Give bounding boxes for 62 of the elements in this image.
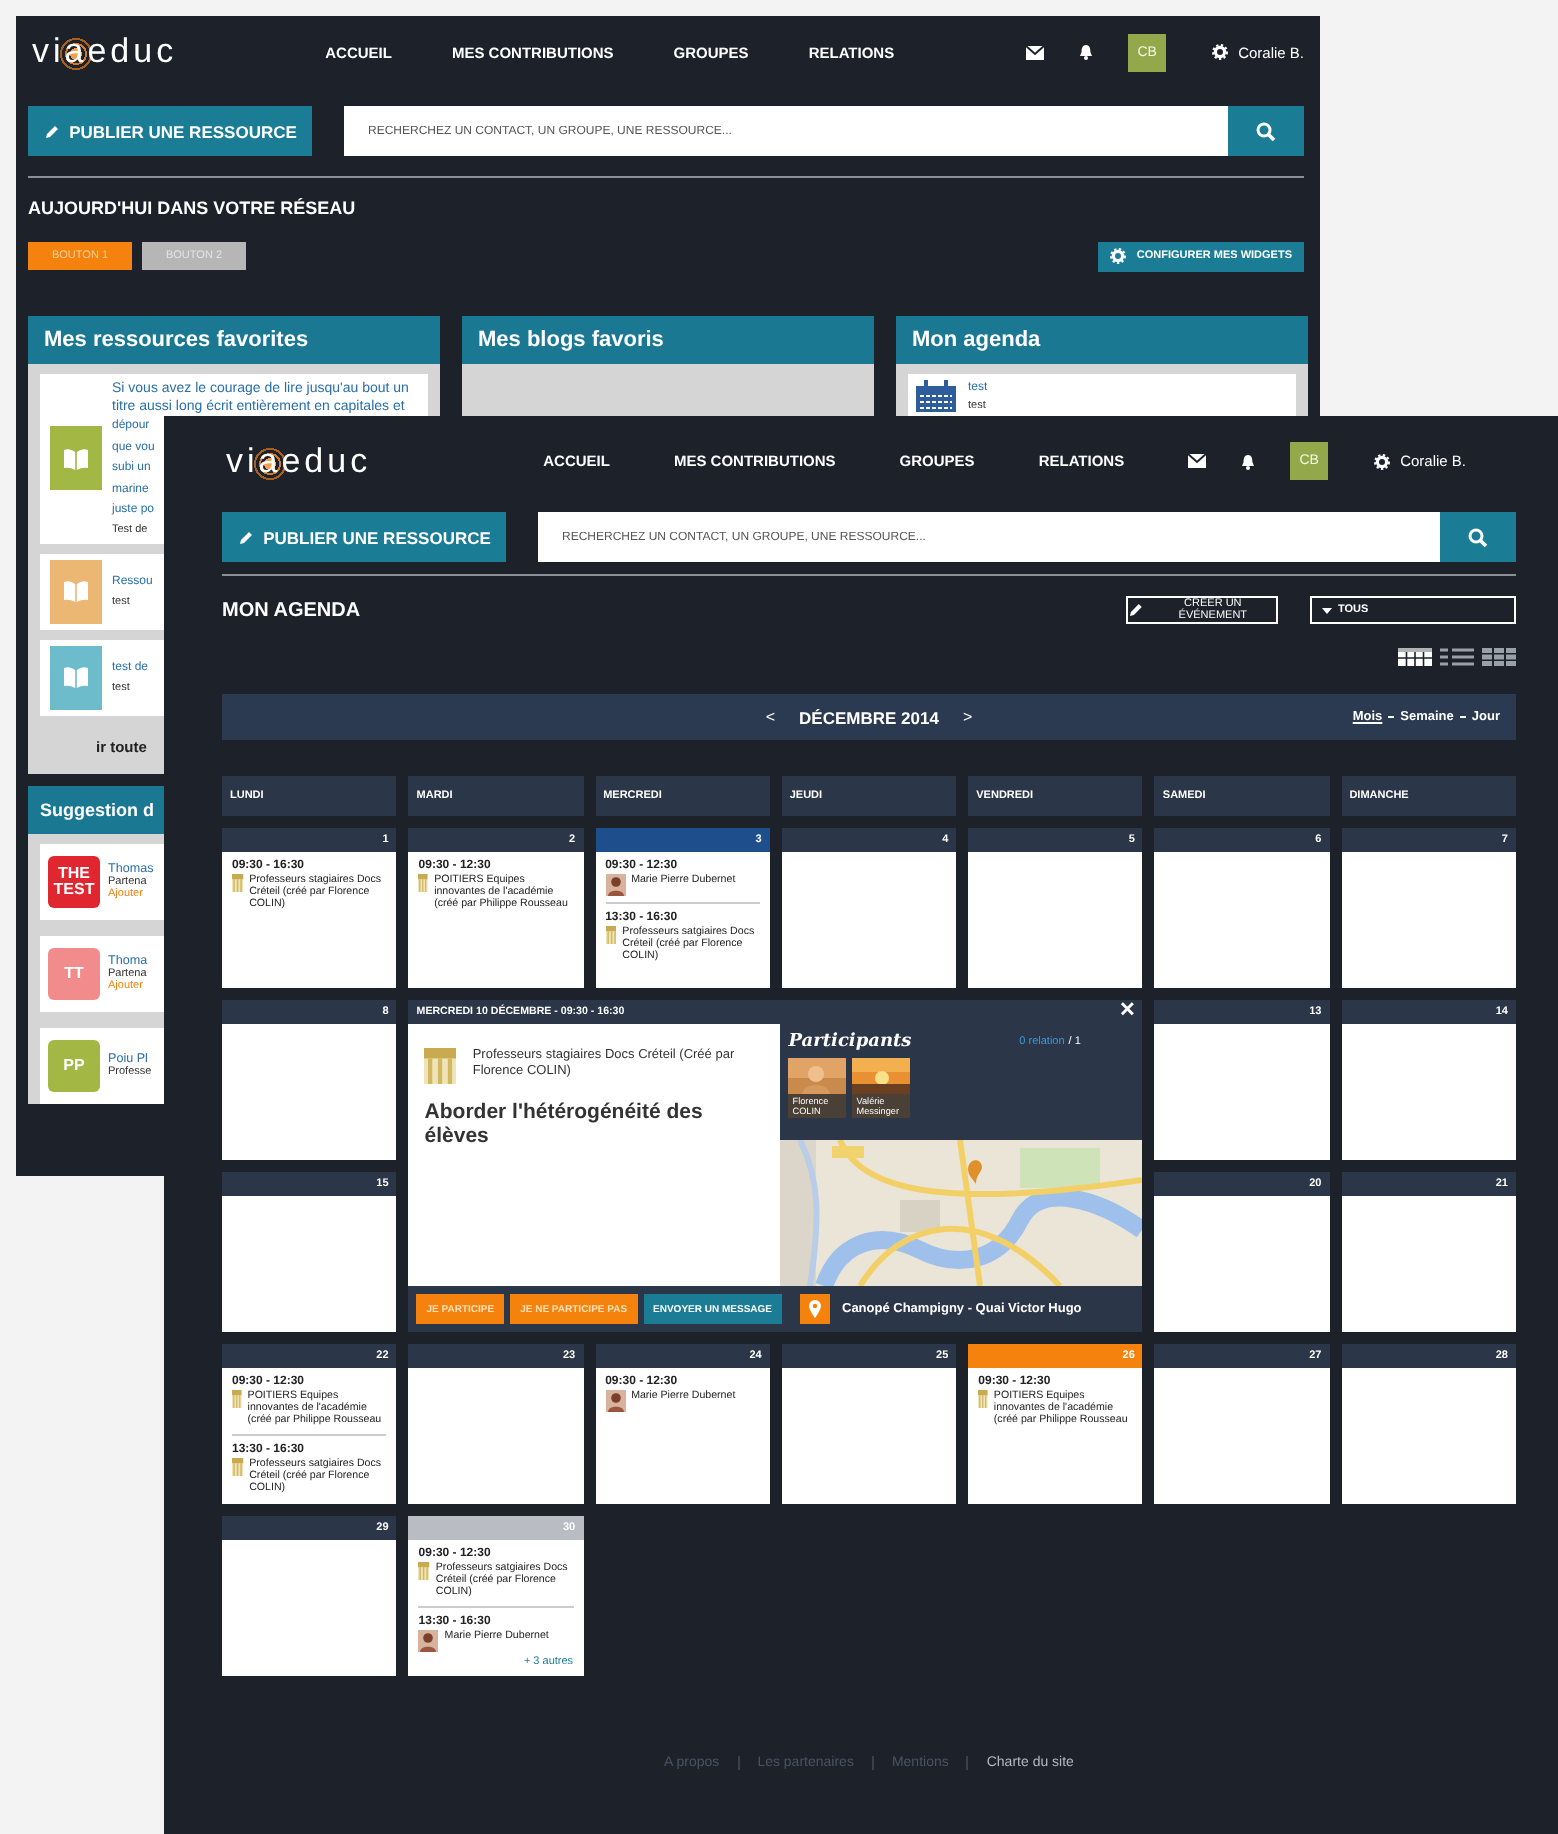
pencil-icon	[43, 123, 60, 139]
day-cell[interactable]	[968, 852, 1143, 988]
building-icon	[232, 874, 244, 892]
building-icon	[605, 926, 617, 944]
building-icon	[424, 1048, 457, 1084]
pencil-icon	[237, 529, 254, 545]
widget-header: Mon agenda	[896, 316, 1308, 364]
widget-header: Mes blogs favoris	[462, 316, 874, 364]
day-cell[interactable]	[1341, 852, 1516, 988]
day-cell[interactable]	[1154, 1196, 1330, 1332]
mail-icon[interactable]	[1026, 45, 1045, 59]
gear-icon	[1374, 453, 1391, 469]
day-cell[interactable]	[1154, 852, 1330, 988]
book-icon	[64, 580, 88, 602]
month-title: DÉCEMBRE 2014	[799, 707, 939, 727]
publish-button[interactable]: PUBLIER UNE RESSOURCE	[28, 106, 312, 156]
widget-header: Mes ressources favorites	[28, 316, 440, 364]
gear-icon	[1110, 248, 1127, 264]
day-cell[interactable]	[781, 1368, 957, 1504]
bell-icon[interactable]	[1240, 453, 1257, 469]
avatar: THE TEST	[48, 855, 100, 907]
caret-icon	[1322, 607, 1332, 613]
search-button[interactable]	[1228, 106, 1304, 156]
close-button[interactable]: ✕	[1118, 1002, 1135, 1022]
calendar-view-icon[interactable]	[1398, 648, 1432, 666]
location-pin-icon	[800, 1294, 830, 1324]
building-icon	[418, 1562, 430, 1580]
avatar: TT	[48, 947, 100, 999]
day-cell[interactable]	[222, 1540, 397, 1676]
day-cell[interactable]	[222, 1196, 397, 1332]
participants-title: Participants	[788, 1032, 912, 1052]
calendar-icon	[916, 380, 956, 412]
building-icon	[978, 1390, 988, 1408]
building-icon	[232, 1390, 242, 1408]
day-cell[interactable]	[781, 852, 957, 988]
event-title: Aborder l'hétérogénéité des élèves	[424, 1100, 705, 1148]
building-icon	[418, 874, 429, 892]
day-cell[interactable]	[408, 1368, 584, 1504]
previous-button[interactable]: <	[765, 708, 776, 726]
grid-view-icon[interactable]	[1482, 648, 1516, 666]
list-view-icon[interactable]	[1440, 648, 1474, 666]
gear-icon	[1212, 44, 1229, 60]
book-icon	[64, 666, 88, 688]
day-cell[interactable]	[1341, 1368, 1516, 1504]
day-cell[interactable]	[1154, 1024, 1330, 1160]
next-button[interactable]: >	[962, 708, 973, 726]
day-cell[interactable]	[1154, 1368, 1330, 1504]
building-icon	[232, 1457, 244, 1476]
page-title: MON AGENDA	[222, 599, 361, 621]
search-button[interactable]	[1440, 512, 1516, 562]
pencil-icon	[1128, 602, 1144, 618]
section-title: AUJOURD'HUI DANS VOTRE RÉSEAU	[28, 196, 358, 222]
search-icon	[1256, 121, 1276, 141]
day-cell[interactable]	[222, 1024, 397, 1160]
day-cell[interactable]	[1341, 1196, 1516, 1332]
mail-icon[interactable]	[1188, 454, 1207, 468]
search-icon	[1468, 527, 1488, 547]
bell-icon[interactable]	[1078, 44, 1095, 60]
day-cell[interactable]	[1341, 1024, 1516, 1160]
avatar: PP	[48, 1039, 100, 1091]
publish-button[interactable]: PUBLIER UNE RESSOURCE	[222, 512, 506, 562]
book-icon	[64, 447, 88, 470]
